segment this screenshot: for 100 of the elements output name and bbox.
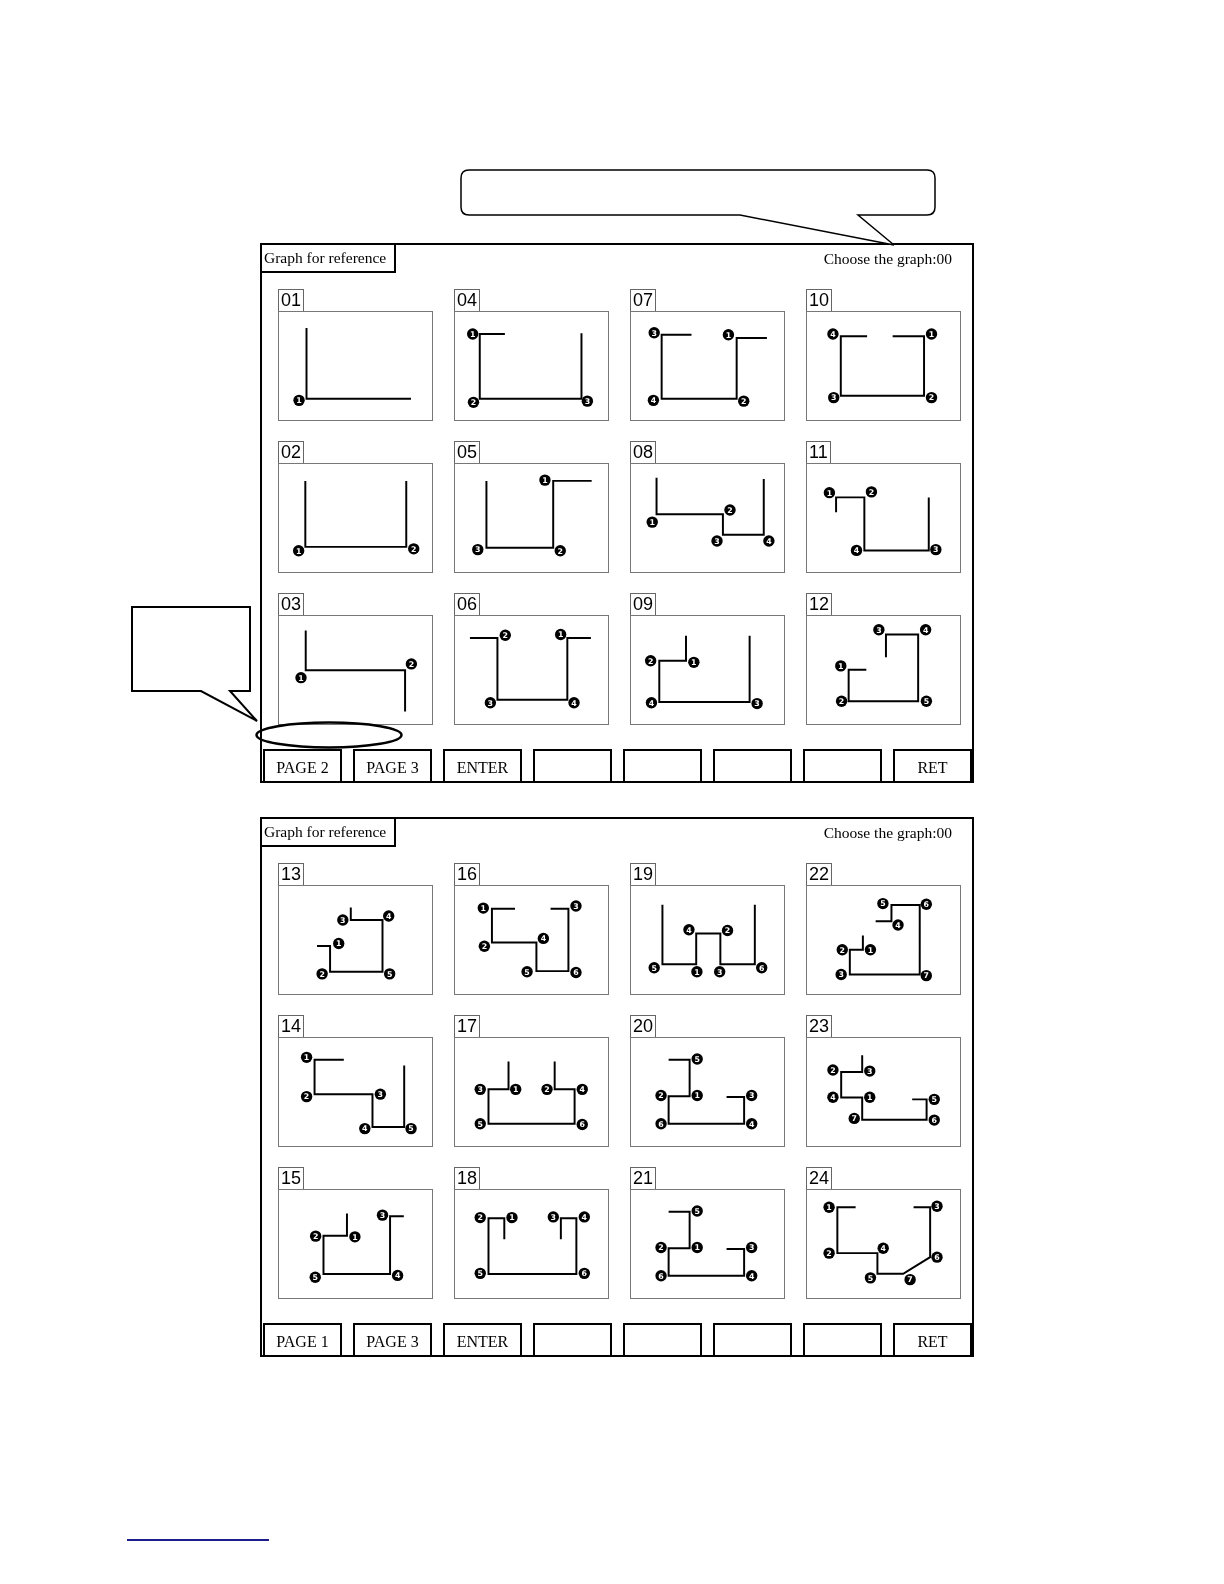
point-marker: 1: [467, 328, 479, 340]
point-marker: 1: [688, 656, 700, 669]
point-marker: 6: [655, 1270, 667, 1282]
point-marker: 4: [850, 544, 863, 557]
blank-button[interactable]: [803, 749, 882, 781]
point-marker: 6: [570, 966, 582, 979]
point-marker: 5: [648, 962, 660, 974]
point-marker: 1: [864, 944, 877, 956]
point-marker: 6: [756, 962, 768, 974]
point-marker: 2: [316, 968, 328, 980]
point-marker: 1: [835, 660, 847, 672]
point-marker: 5: [474, 1267, 486, 1280]
point-marker: 3: [746, 1241, 758, 1254]
point-marker: 4: [919, 624, 932, 636]
blank-button[interactable]: [533, 749, 612, 781]
blank-button[interactable]: [533, 1323, 612, 1355]
point-marker: 3: [337, 914, 349, 926]
point-marker: 2: [925, 391, 938, 404]
blank-button[interactable]: [713, 749, 792, 781]
blank-button[interactable]: [623, 1323, 702, 1355]
point-marker: 1: [823, 486, 836, 499]
point-marker: 3: [547, 1211, 559, 1223]
point-marker: 4: [827, 328, 839, 340]
point-marker: 5: [928, 1093, 940, 1106]
point-marker: 4: [746, 1118, 758, 1130]
graph-path: [316, 906, 384, 973]
point-marker: 2: [467, 396, 480, 408]
point-marker: 1: [510, 1083, 522, 1096]
point-marker: 3: [873, 624, 885, 636]
point-marker: 7: [848, 1112, 860, 1125]
point-marker: 3: [474, 1083, 486, 1096]
point-marker: 5: [691, 1205, 703, 1217]
point-marker: 6: [655, 1118, 667, 1130]
point-marker: 2: [724, 504, 736, 516]
point-marker: 2: [541, 1083, 553, 1096]
blank-button[interactable]: [803, 1323, 882, 1355]
function-button[interactable]: RET: [893, 749, 972, 781]
point-marker: 1: [722, 329, 735, 341]
point-marker: 2: [499, 629, 511, 641]
point-marker: 2: [655, 1241, 667, 1254]
point-marker: 2: [865, 486, 878, 498]
point-marker: 2: [474, 1211, 486, 1224]
point-marker: 3: [376, 1209, 389, 1221]
point-marker: 4: [892, 919, 904, 931]
blank-button[interactable]: [623, 749, 702, 781]
point-marker: 1: [925, 328, 938, 340]
point-marker: 6: [920, 898, 932, 910]
point-marker: 5: [474, 1118, 486, 1130]
point-marker: 1: [292, 545, 305, 557]
point-marker: 4: [383, 910, 395, 922]
point-marker: 4: [391, 1269, 404, 1282]
function-button[interactable]: RET: [893, 1323, 972, 1355]
point-marker: 7: [904, 1273, 916, 1286]
point-marker: 2: [644, 655, 657, 667]
point-marker: 5: [309, 1271, 321, 1283]
point-marker: 5: [920, 695, 933, 707]
function-button[interactable]: PAGE 3: [353, 749, 432, 781]
point-marker: 3: [746, 1089, 758, 1102]
point-marker: 4: [568, 697, 580, 709]
point-marker: 4: [877, 1242, 889, 1254]
point-marker: 2: [408, 543, 420, 555]
point-marker: 2: [721, 924, 734, 937]
point-marker: 4: [578, 1211, 590, 1223]
point-marker: 3: [930, 543, 942, 556]
point-marker: 1: [691, 1089, 703, 1102]
point-marker: 2: [655, 1089, 667, 1102]
point-marker: 1: [864, 1091, 876, 1103]
point-marker: 3: [374, 1088, 387, 1100]
point-marker: 1: [823, 1201, 835, 1213]
point-marker: 4: [827, 1091, 839, 1103]
blank-button[interactable]: [713, 1323, 792, 1355]
point-marker: 6: [928, 1114, 940, 1126]
point-marker: 5: [521, 966, 533, 978]
point-marker: 3: [648, 327, 660, 339]
point-marker: 2: [554, 545, 566, 557]
point-marker: 2: [405, 658, 418, 670]
point-marker: 6: [576, 1118, 588, 1131]
function-button[interactable]: PAGE 1: [263, 1323, 342, 1355]
point-marker: 3: [581, 395, 594, 407]
point-marker: 3: [472, 543, 484, 556]
point-marker: 4: [647, 394, 660, 407]
function-button[interactable]: ENTER: [443, 749, 522, 781]
point-marker: 4: [645, 697, 658, 709]
function-button[interactable]: ENTER: [443, 1323, 522, 1355]
point-marker: 4: [763, 535, 775, 547]
point-marker: 3: [835, 968, 847, 981]
function-button[interactable]: PAGE 2: [263, 749, 342, 781]
point-marker: 2: [823, 1247, 835, 1259]
point-marker: 3: [751, 697, 763, 710]
function-button[interactable]: PAGE 3: [353, 1323, 432, 1355]
point-marker: 3: [828, 391, 840, 404]
point-marker: 5: [691, 1053, 703, 1065]
point-marker: 1: [333, 937, 345, 950]
point-marker: 1: [300, 1051, 313, 1064]
point-marker: 3: [931, 1200, 943, 1212]
point-marker: 1: [646, 516, 658, 528]
point-marker: 3: [570, 900, 582, 912]
point-marker: 2: [836, 944, 848, 956]
point-marker: 6: [578, 1267, 590, 1280]
point-marker: 2: [300, 1090, 313, 1103]
